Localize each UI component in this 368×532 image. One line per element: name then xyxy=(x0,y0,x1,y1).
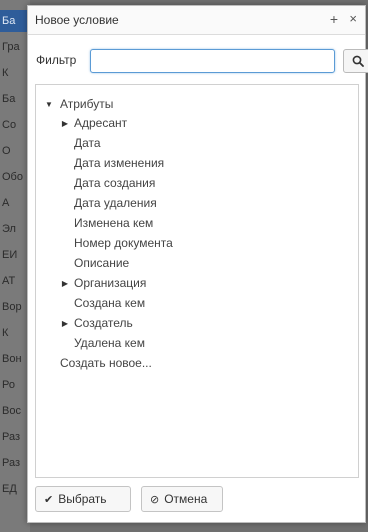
tree-item-label: Дата изменения xyxy=(74,156,165,170)
caret-right-icon[interactable]: ▶ xyxy=(60,114,70,133)
cancel-button[interactable]: ⊘ Отмена xyxy=(141,486,223,512)
dialog-title-bar[interactable]: Новое условие + × xyxy=(28,6,365,35)
caret-down-icon[interactable]: ▼ xyxy=(44,95,54,114)
attribute-tree: ▼ Атрибуты ▶ Адресант Дата Дата изменения Да… xyxy=(35,84,359,478)
tree-item-label: Дата xyxy=(74,136,101,150)
search-icon xyxy=(352,55,364,67)
maximize-icon[interactable]: + xyxy=(330,11,338,27)
tree-item-label: Описание xyxy=(74,256,130,270)
select-button[interactable]: ✔ Выбрать xyxy=(35,486,131,512)
cancel-icon: ⊘ xyxy=(150,494,160,506)
tree-item-label: Адресант xyxy=(74,116,128,130)
check-icon: ✔ xyxy=(44,494,54,506)
cancel-button-label: Отмена xyxy=(164,492,208,506)
tree-root-label: Атрибуты xyxy=(60,97,114,111)
dialog-title: Новое условие xyxy=(35,13,119,27)
select-button-label: Выбрать xyxy=(58,492,107,506)
background-app-strip: Ба Гра К Ба Со О Обо А Эл ЕИ АТ Вор К Вон Ро Вос Раз Раз Е… xyxy=(0,0,32,532)
create-new-link[interactable]: Создать новое... xyxy=(60,354,152,373)
tree-item-label: Номер документа xyxy=(74,236,173,250)
new-condition-dialog: Новое условие + × Фильтр ▼ Атрибуты ▶ Адр… xyxy=(27,5,368,524)
filter-row: Фильтр xyxy=(28,47,368,75)
close-icon[interactable]: × xyxy=(349,11,357,27)
tree-item-label: Дата удаления xyxy=(74,196,157,210)
tree-item-label: Создатель xyxy=(74,316,133,330)
create-new-label: Создать новое... xyxy=(60,356,152,370)
caret-right-icon[interactable]: ▶ xyxy=(60,314,70,333)
dialog-footer: ✔ Выбрать ⊘ Отмена xyxy=(28,484,365,524)
search-button[interactable] xyxy=(343,49,368,73)
filter-label: Фильтр xyxy=(36,53,77,67)
filter-input[interactable] xyxy=(90,49,335,73)
tree-item-label: Создана кем xyxy=(74,296,146,310)
tree-item-label: Дата создания xyxy=(74,176,156,190)
caret-right-icon[interactable]: ▶ xyxy=(60,274,70,293)
tree-item-label: Организация xyxy=(74,276,147,290)
tree-item-label: Изменена кем xyxy=(74,216,154,230)
tree-item-label: Удалена кем xyxy=(74,336,145,350)
